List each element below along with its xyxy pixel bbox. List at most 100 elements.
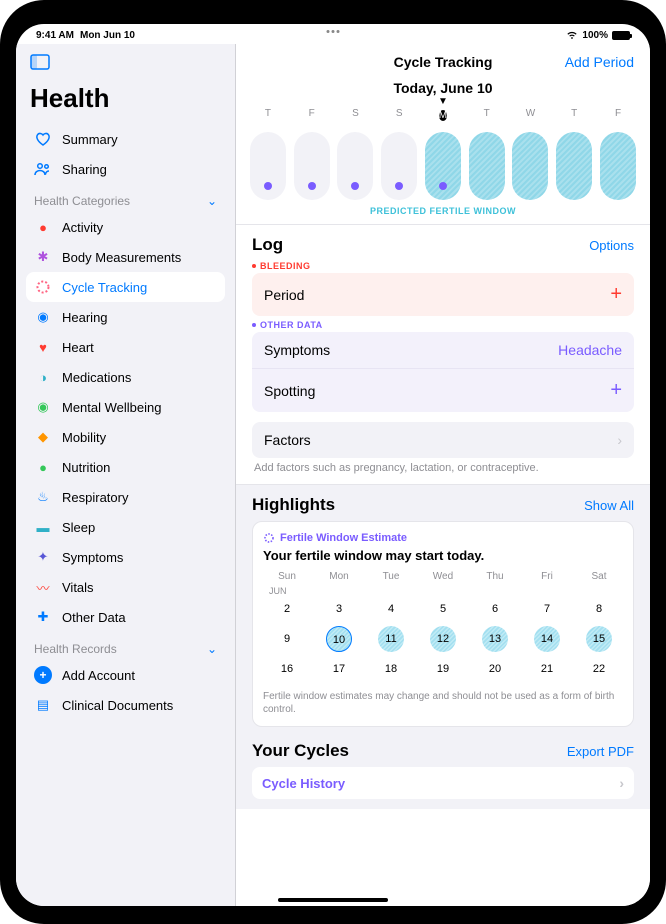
sidebar-item-cycle-tracking[interactable]: Cycle Tracking bbox=[26, 272, 225, 302]
calendar-day[interactable]: 22 bbox=[586, 656, 612, 682]
fertile-window-card[interactable]: Fertile Window Estimate Your fertile win… bbox=[252, 521, 634, 727]
calendar-day[interactable]: 16 bbox=[274, 656, 300, 682]
calendar-day[interactable]: 13 bbox=[482, 626, 508, 652]
calendar-day[interactable]: 9 bbox=[274, 626, 300, 652]
apple-icon: ● bbox=[34, 458, 52, 476]
chevron-down-icon: ⌄ bbox=[207, 194, 217, 208]
fertile-window-label: PREDICTED FERTILE WINDOW bbox=[236, 202, 650, 224]
sidebar-item-clinical-documents[interactable]: ▤Clinical Documents bbox=[26, 690, 225, 720]
cycle-icon bbox=[263, 532, 275, 544]
sidebar-item-body-measurements[interactable]: ✱Body Measurements bbox=[26, 242, 225, 272]
calendar-day[interactable]: 11 bbox=[378, 626, 404, 652]
device-frame: 9:41 AM Mon Jun 10 100% Health Summary S… bbox=[0, 0, 666, 924]
calendar-day[interactable]: 10 bbox=[326, 626, 352, 652]
log-title: Log bbox=[252, 235, 283, 255]
calendar-day[interactable]: 17 bbox=[326, 656, 352, 682]
cycle-day-fertile[interactable] bbox=[512, 132, 548, 200]
cycle-icon bbox=[34, 278, 52, 296]
cycle-dot-icon bbox=[308, 182, 316, 190]
factors-row[interactable]: Factors › bbox=[252, 422, 634, 458]
cycle-dot-icon bbox=[439, 182, 447, 190]
sidebar-panel-icon[interactable] bbox=[30, 54, 221, 75]
cycle-day-fertile[interactable] bbox=[556, 132, 592, 200]
calendar-day[interactable]: 18 bbox=[378, 656, 404, 682]
calendar-day[interactable]: 21 bbox=[534, 656, 560, 682]
cycle-strip[interactable] bbox=[236, 128, 650, 202]
add-icon[interactable]: + bbox=[610, 283, 622, 306]
calendar-day[interactable]: 7 bbox=[534, 596, 560, 622]
cycle-day-fertile[interactable] bbox=[469, 132, 505, 200]
sidebar-item-other-data[interactable]: ✚Other Data bbox=[26, 602, 225, 632]
sidebar-item-mental-wellbeing[interactable]: ◉Mental Wellbeing bbox=[26, 392, 225, 422]
factors-hint: Add factors such as pregnancy, lactation… bbox=[252, 462, 634, 474]
your-cycles-title: Your Cycles bbox=[252, 741, 349, 761]
chevron-down-icon: ⌄ bbox=[207, 642, 217, 656]
other-data-label: OTHER DATA bbox=[252, 320, 634, 330]
calendar-day[interactable]: 4 bbox=[378, 596, 404, 622]
log-options-button[interactable]: Options bbox=[589, 238, 634, 253]
content-area: Cycle Tracking Add Period Today, June 10… bbox=[236, 44, 650, 906]
sidebar-item-respiratory[interactable]: ♨Respiratory bbox=[26, 482, 225, 512]
health-records-header[interactable]: Health Records ⌄ bbox=[26, 632, 225, 660]
sidebar-item-hearing[interactable]: ◉Hearing bbox=[26, 302, 225, 332]
sidebar-item-sleep[interactable]: ▬Sleep bbox=[26, 512, 225, 542]
health-categories-header[interactable]: Health Categories ⌄ bbox=[26, 184, 225, 212]
mini-calendar: 2345678 9 10 11 12 13 14 15 16 17 18 19 20 21 22 bbox=[263, 596, 623, 682]
your-cycles-section: Your Cycles Export PDF Cycle History › bbox=[236, 737, 650, 809]
heart-icon: ♥ bbox=[34, 338, 52, 356]
calendar-day[interactable]: 12 bbox=[430, 626, 456, 652]
cycle-history-row[interactable]: Cycle History › bbox=[252, 767, 634, 799]
sidebar-item-nutrition[interactable]: ●Nutrition bbox=[26, 452, 225, 482]
sidebar-item-activity[interactable]: ●Activity bbox=[26, 212, 225, 242]
cycle-day-fertile[interactable] bbox=[425, 132, 461, 200]
log-period-row[interactable]: Period + bbox=[252, 273, 634, 316]
sidebar: Health Summary Sharing Health Categories… bbox=[16, 44, 236, 906]
calendar-day[interactable]: 15 bbox=[586, 626, 612, 652]
calendar-day[interactable]: 5 bbox=[430, 596, 456, 622]
plus-icon: ✚ bbox=[34, 608, 52, 626]
home-indicator[interactable] bbox=[278, 898, 388, 902]
log-section: Log Options BLEEDING Period + OTHER DATA… bbox=[236, 224, 650, 484]
pill-icon: ◑ bbox=[34, 368, 52, 386]
sidebar-item-vitals[interactable]: 〰Vitals bbox=[26, 572, 225, 602]
export-pdf-button[interactable]: Export PDF bbox=[567, 744, 634, 759]
disclaimer: Fertile window estimates may change and … bbox=[263, 690, 623, 716]
add-icon[interactable]: + bbox=[610, 379, 622, 402]
show-all-button[interactable]: Show All bbox=[584, 498, 634, 513]
week-day-strip: T F S S M T W T F bbox=[236, 106, 650, 128]
people-icon bbox=[34, 160, 52, 178]
cycle-day[interactable] bbox=[294, 132, 330, 200]
log-symptoms-row[interactable]: Symptoms Headache bbox=[252, 332, 634, 368]
chevron-right-icon: › bbox=[617, 432, 622, 448]
highlights-title: Highlights bbox=[252, 495, 335, 515]
cycle-day[interactable] bbox=[250, 132, 286, 200]
today-label: Today, June 10 bbox=[236, 76, 650, 98]
log-spotting-row[interactable]: Spotting + bbox=[252, 368, 634, 412]
cycle-day[interactable] bbox=[337, 132, 373, 200]
calendar-day[interactable]: 14 bbox=[534, 626, 560, 652]
cycle-day-fertile[interactable] bbox=[600, 132, 636, 200]
calendar-day[interactable]: 8 bbox=[586, 596, 612, 622]
sidebar-item-add-account[interactable]: +Add Account bbox=[26, 660, 225, 690]
add-period-button[interactable]: Add Period bbox=[565, 54, 634, 70]
calendar-day[interactable]: 2 bbox=[274, 596, 300, 622]
status-time: 9:41 AM bbox=[36, 30, 74, 41]
sidebar-item-mobility[interactable]: ◆Mobility bbox=[26, 422, 225, 452]
cycle-dot-icon bbox=[351, 182, 359, 190]
calendar-day[interactable]: 3 bbox=[326, 596, 352, 622]
status-date: Mon Jun 10 bbox=[80, 30, 135, 41]
screen: 9:41 AM Mon Jun 10 100% Health Summary S… bbox=[16, 24, 650, 906]
body-icon: ✱ bbox=[34, 248, 52, 266]
sidebar-item-medications[interactable]: ◑Medications bbox=[26, 362, 225, 392]
sidebar-item-heart[interactable]: ♥Heart bbox=[26, 332, 225, 362]
bed-icon: ▬ bbox=[34, 518, 52, 536]
calendar-day[interactable]: 20 bbox=[482, 656, 508, 682]
add-circle-icon: + bbox=[34, 666, 52, 684]
calendar-day[interactable]: 6 bbox=[482, 596, 508, 622]
sidebar-item-summary[interactable]: Summary bbox=[26, 124, 225, 154]
cycle-dot-icon bbox=[395, 182, 403, 190]
calendar-day[interactable]: 19 bbox=[430, 656, 456, 682]
cycle-day[interactable] bbox=[381, 132, 417, 200]
sidebar-item-sharing[interactable]: Sharing bbox=[26, 154, 225, 184]
sidebar-item-symptoms[interactable]: ✦Symptoms bbox=[26, 542, 225, 572]
